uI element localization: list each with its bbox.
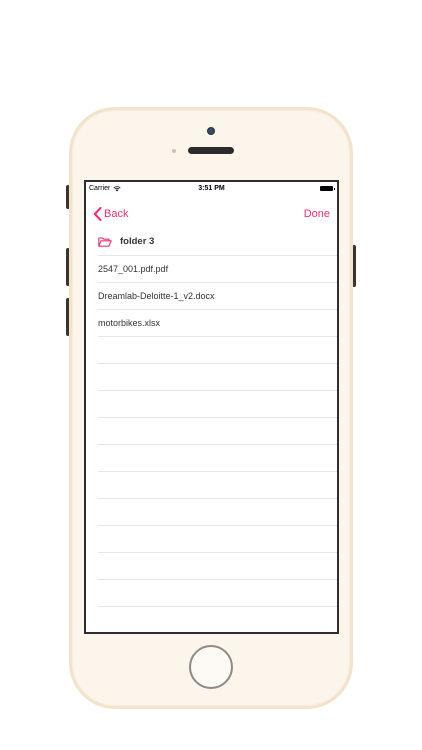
home-button bbox=[189, 645, 233, 689]
file-name: Dreamlab-Deloitte-1_v2.docx bbox=[98, 291, 215, 301]
empty-row bbox=[98, 444, 337, 471]
earpiece-speaker bbox=[188, 147, 234, 154]
back-button[interactable]: Back bbox=[93, 207, 128, 221]
empty-row bbox=[98, 552, 337, 579]
app-store-screenshot: Carrier 3:51 PM Back Done folder 3 2547_… bbox=[0, 0, 422, 750]
file-row[interactable]: Dreamlab-Deloitte-1_v2.docx bbox=[98, 282, 337, 309]
phone-screen: Carrier 3:51 PM Back Done folder 3 2547_… bbox=[84, 180, 339, 634]
file-list: 2547_001.pdf.pdf Dreamlab-Deloitte-1_v2.… bbox=[86, 255, 337, 634]
chevron-left-icon bbox=[93, 207, 102, 221]
empty-row bbox=[98, 336, 337, 363]
file-row[interactable]: motorbikes.xlsx bbox=[98, 309, 337, 336]
empty-row bbox=[98, 606, 337, 632]
folder-open-icon bbox=[98, 236, 112, 247]
folder-title: folder 3 bbox=[120, 236, 155, 247]
empty-row bbox=[98, 525, 337, 552]
empty-row bbox=[98, 579, 337, 606]
empty-row bbox=[98, 471, 337, 498]
folder-header: folder 3 bbox=[98, 235, 337, 248]
empty-row bbox=[98, 498, 337, 525]
navigation-bar: Back Done bbox=[86, 197, 337, 235]
file-name: 2547_001.pdf.pdf bbox=[98, 264, 169, 274]
empty-row bbox=[98, 363, 337, 390]
empty-row bbox=[98, 417, 337, 444]
empty-row bbox=[98, 390, 337, 417]
proximity-sensor bbox=[172, 149, 176, 153]
status-bar: Carrier 3:51 PM bbox=[86, 182, 337, 197]
status-time: 3:51 PM bbox=[198, 185, 225, 192]
file-name: motorbikes.xlsx bbox=[98, 318, 161, 328]
back-label: Back bbox=[104, 208, 129, 220]
front-camera bbox=[207, 127, 215, 135]
file-row[interactable]: 2547_001.pdf.pdf bbox=[98, 255, 337, 282]
empty-row bbox=[98, 633, 337, 634]
done-button[interactable]: Done bbox=[304, 208, 330, 220]
battery-icon bbox=[320, 186, 335, 191]
